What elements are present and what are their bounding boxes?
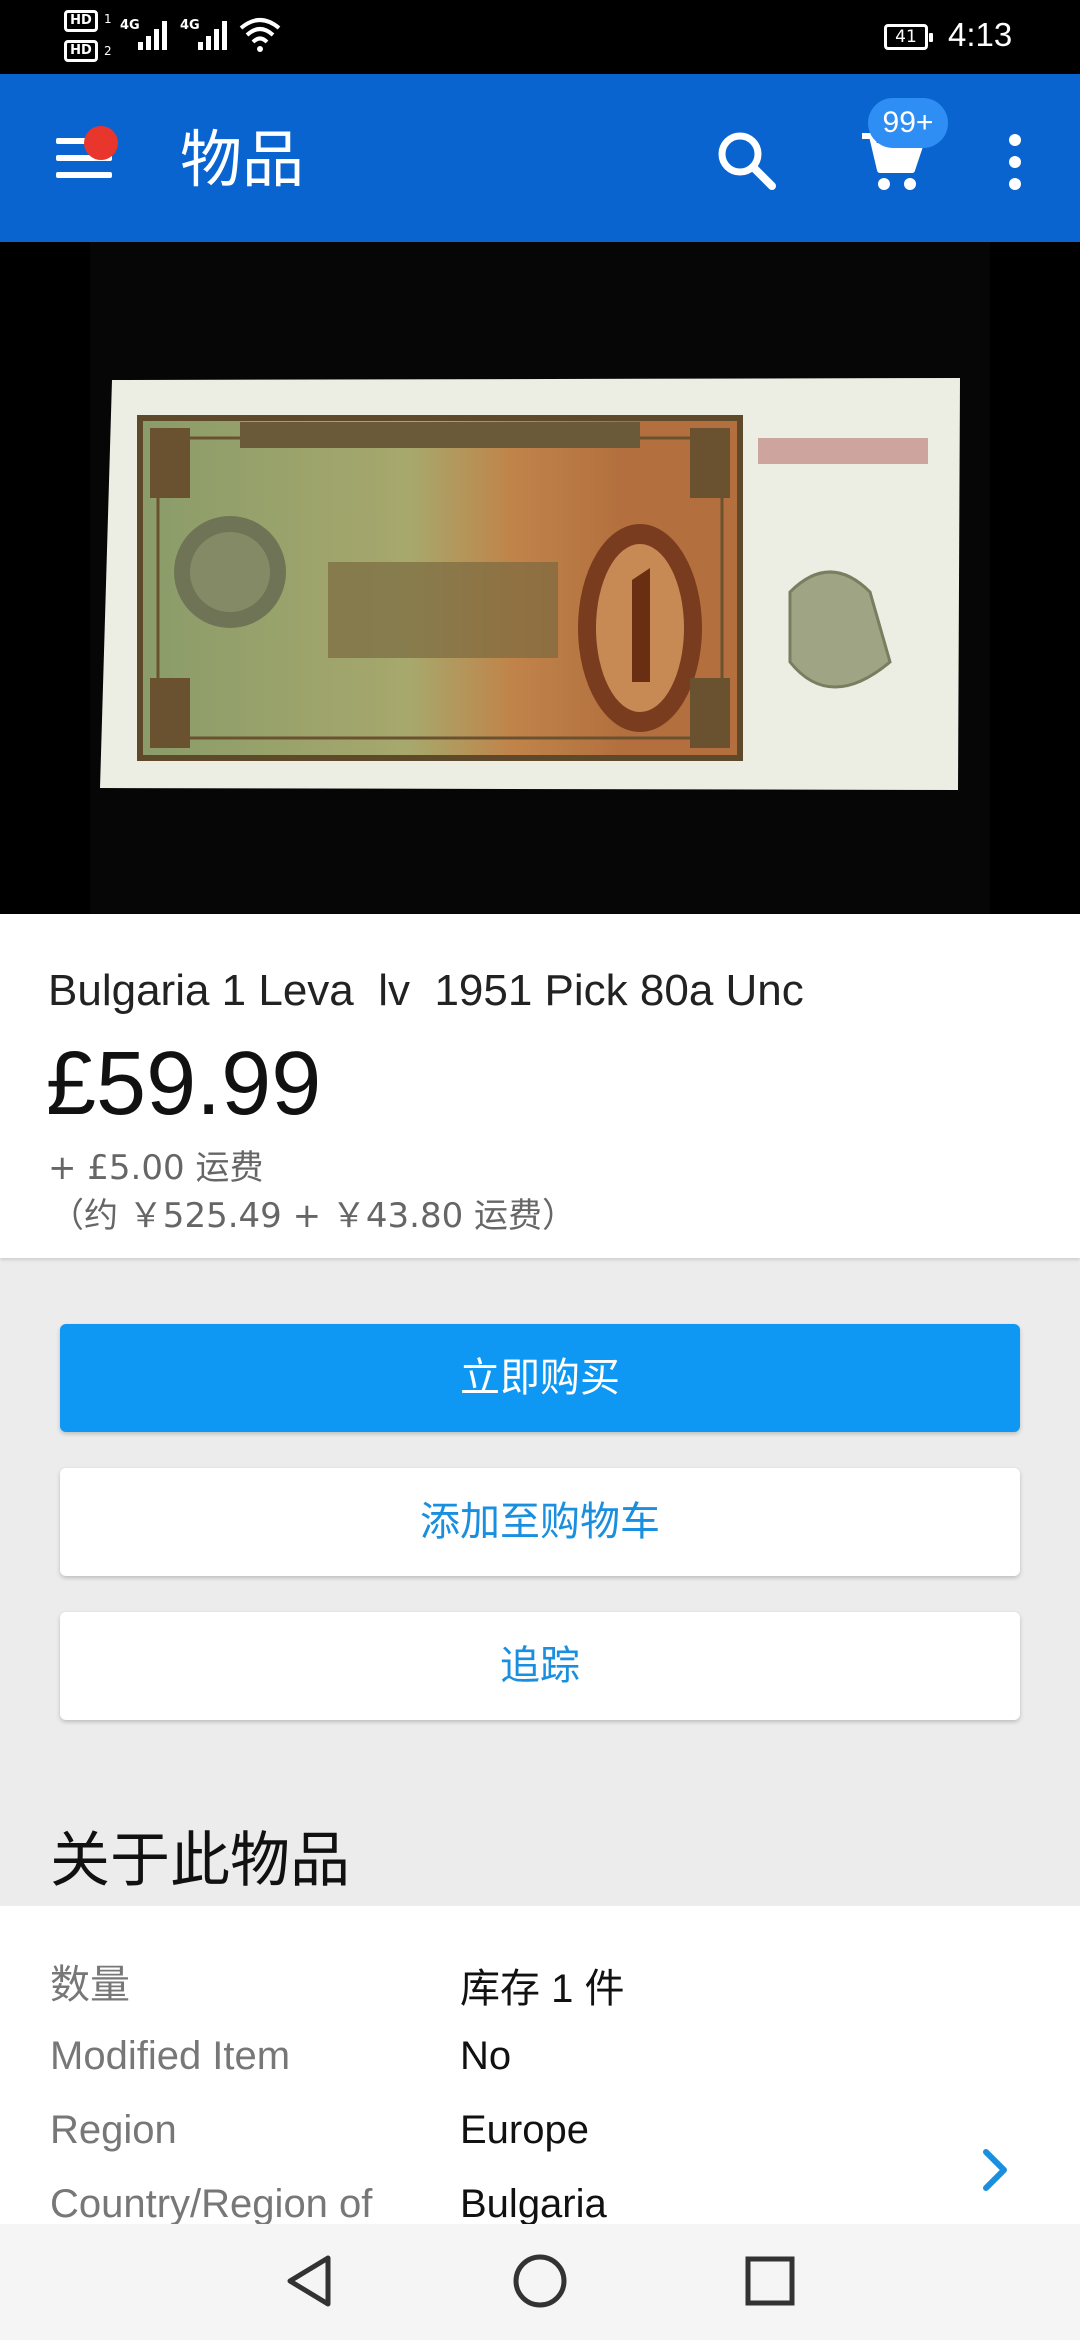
- hd-badge-2-sub: 2: [104, 44, 112, 58]
- spec-value: Bulgaria: [460, 2182, 607, 2224]
- spec-row: Country/Region of Bulgaria: [0, 2182, 1080, 2224]
- buy-now-button[interactable]: 立即购买: [60, 1324, 1020, 1432]
- home-icon[interactable]: [505, 2246, 575, 2316]
- hd-badge-1: HD: [64, 10, 98, 32]
- status-bar: HD 1 HD 2 4G 4G 41 4:13: [0, 0, 1080, 74]
- clock: 4:13: [948, 16, 1013, 53]
- spec-row: Modified Item No: [0, 2034, 1080, 2094]
- more-vert-icon[interactable]: [1006, 132, 1026, 192]
- spec-row: Region Europe: [0, 2108, 1080, 2168]
- signal-icon: [138, 21, 167, 50]
- spec-label: Country/Region of: [50, 2182, 373, 2224]
- hd-indicators: HD 1 HD 2: [64, 10, 114, 66]
- signal-icon: [198, 21, 227, 50]
- converted-price: （约 ￥525.49 + ￥43.80 运费）: [50, 1196, 577, 1236]
- spec-label: Region: [50, 2108, 177, 2152]
- recents-icon[interactable]: [735, 2246, 805, 2316]
- cart-count-badge: 99+: [868, 98, 948, 148]
- about-item-heading: 关于此物品: [50, 1826, 350, 1896]
- page-title: 物品: [180, 123, 305, 196]
- watch-button[interactable]: 追踪: [60, 1612, 1020, 1720]
- notification-dot: [84, 126, 118, 160]
- back-icon[interactable]: [274, 2246, 344, 2316]
- spec-row: 数量 库存 1 件: [0, 1952, 1080, 2012]
- spec-label: Modified Item: [50, 2034, 291, 2078]
- banknote-image: [100, 378, 960, 790]
- battery-icon: 41: [884, 24, 933, 50]
- wifi-icon: [239, 18, 281, 52]
- chevron-right-icon[interactable]: [976, 2142, 1016, 2198]
- product-image[interactable]: [0, 242, 1080, 914]
- screen: HD 1 HD 2 4G 4G 41 4:13 物品 99+ Bulgaria …: [0, 0, 1080, 2340]
- shipping-cost: + £5.00 运费: [48, 1148, 264, 1188]
- system-nav-bar: [0, 2224, 1080, 2340]
- hd-badge-2: HD: [64, 40, 98, 62]
- item-price: £59.99: [46, 1034, 322, 1134]
- spec-value: No: [460, 2034, 512, 2078]
- app-bar: 物品 99+: [0, 74, 1080, 242]
- spec-label: 数量: [50, 1963, 130, 2007]
- search-icon[interactable]: [712, 126, 782, 196]
- add-to-cart-button[interactable]: 添加至购物车: [60, 1468, 1020, 1576]
- spec-value: Europe: [460, 2108, 589, 2152]
- item-title: Bulgaria 1 Leva lv 1951 Pick 80a Unc: [48, 966, 804, 1015]
- item-info: Bulgaria 1 Leva lv 1951 Pick 80a Unc £59…: [0, 914, 1080, 1258]
- item-specifics[interactable]: 数量 库存 1 件 Modified Item No Region Europe…: [0, 1906, 1080, 2224]
- hd-badge-1-sub: 1: [104, 12, 112, 26]
- spec-value: 库存 1 件: [460, 1967, 625, 2011]
